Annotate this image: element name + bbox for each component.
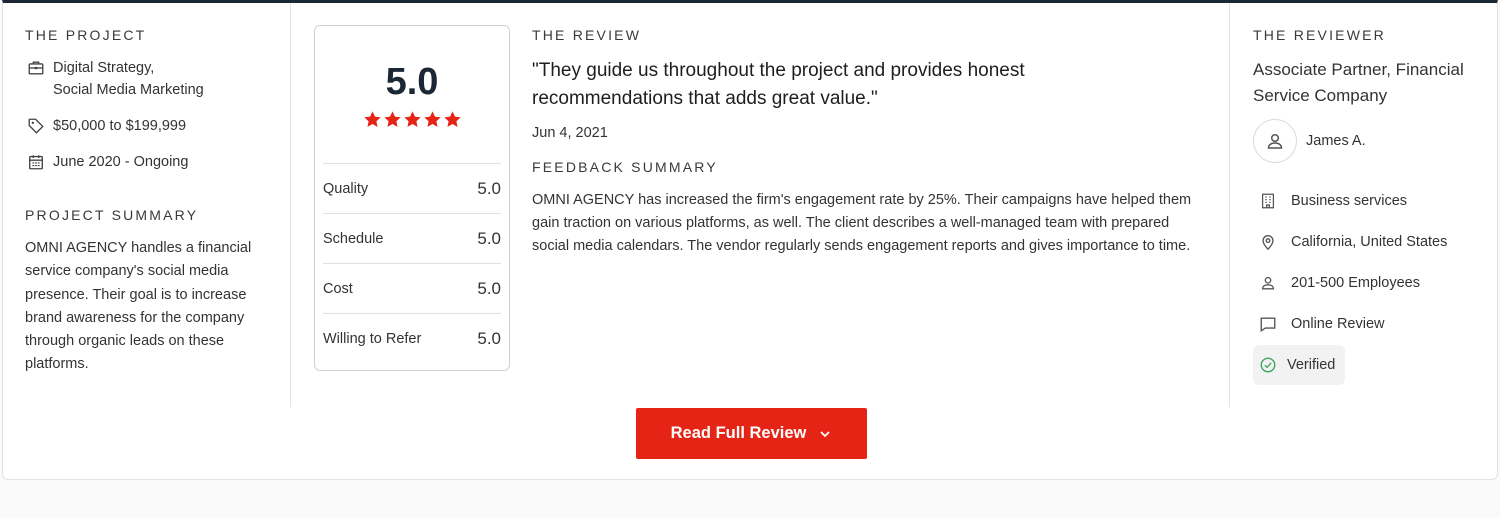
score-label: Schedule xyxy=(323,230,384,247)
score-row-cost: Cost 5.0 xyxy=(323,263,501,313)
person-icon xyxy=(1257,272,1279,294)
score-row-schedule: Schedule 5.0 xyxy=(323,213,501,263)
reviewer-section-title: THE REVIEWER xyxy=(1253,27,1386,43)
reviewer-company-size-text: 201-500 Employees xyxy=(1291,274,1420,291)
calendar-icon xyxy=(25,151,47,173)
score-value: 5.0 xyxy=(477,178,501,198)
project-budget: $50,000 to $199,999 xyxy=(25,115,275,137)
star-icon xyxy=(423,111,441,127)
briefcase-icon xyxy=(25,57,47,79)
review-column: THE REVIEW "They guide us throughout the… xyxy=(532,27,1202,258)
feedback-summary-title: FEEDBACK SUMMARY xyxy=(532,159,718,175)
building-icon xyxy=(1257,190,1279,212)
reviewer-location: California, United States xyxy=(1257,222,1493,263)
score-label: Cost xyxy=(323,280,353,297)
score-value: 5.0 xyxy=(477,278,501,298)
project-services-line2: Social Media Marketing xyxy=(53,82,204,98)
reviewer-review-type-text: Online Review xyxy=(1291,315,1385,332)
column-divider xyxy=(1229,3,1230,407)
project-column: THE PROJECT Digital Strategy, Social Med… xyxy=(25,27,275,377)
score-list: Quality 5.0 Schedule 5.0 Cost 5.0 Willin… xyxy=(323,163,501,363)
project-budget-text: $50,000 to $199,999 xyxy=(53,118,187,134)
review-section-title: THE REVIEW xyxy=(532,27,642,43)
star-icon xyxy=(383,111,401,127)
project-dates-text: June 2020 - Ongoing xyxy=(53,154,189,170)
score-label: Quality xyxy=(323,180,369,197)
check-circle-icon xyxy=(1257,354,1279,376)
project-section-title: THE PROJECT xyxy=(25,27,147,43)
column-divider xyxy=(290,3,291,407)
reviewer-column: THE REVIEWER Associate Partner, Financia… xyxy=(1253,27,1493,385)
reviewer-industry-text: Business services xyxy=(1291,193,1408,210)
chat-bubble-icon xyxy=(1257,313,1279,335)
verified-badge: Verified xyxy=(1253,344,1346,385)
score-label: Willing to Refer xyxy=(323,330,422,347)
star-icon xyxy=(403,111,421,127)
reviewer-industry: Business services xyxy=(1257,181,1493,222)
reviewer-title: Associate Partner, Financial Service Com… xyxy=(1253,60,1464,105)
score-value: 5.0 xyxy=(477,228,501,248)
review-date: Jun 4, 2021 xyxy=(532,125,608,141)
review-card: THE PROJECT Digital Strategy, Social Med… xyxy=(2,0,1498,480)
review-quote: "They guide us throughout the project an… xyxy=(532,60,1025,109)
project-services: Digital Strategy, Social Media Marketing xyxy=(25,57,275,101)
reviewer-review-type: Online Review xyxy=(1257,303,1493,344)
chevron-down-icon xyxy=(820,430,830,437)
rating-box: 5.0 Quality 5.0 Schedule 5.0 Cost 5.0 Wi… xyxy=(314,25,510,371)
project-summary-title: PROJECT SUMMARY xyxy=(25,207,199,223)
tag-icon xyxy=(25,115,47,137)
star-icon xyxy=(443,111,461,127)
project-summary-text: OMNI AGENCY handles a financial service … xyxy=(25,240,252,373)
read-full-review-button[interactable]: Read Full Review xyxy=(636,408,867,459)
reviewer-location-text: California, United States xyxy=(1291,234,1448,251)
reviewer-verified-row: Verified xyxy=(1253,344,1493,385)
location-pin-icon xyxy=(1257,231,1279,253)
feedback-summary-text: OMNI AGENCY has increased the firm's eng… xyxy=(532,192,1192,254)
score-value: 5.0 xyxy=(477,328,501,348)
overall-rating: 5.0 xyxy=(385,61,439,103)
reviewer-person: James A. xyxy=(1253,119,1493,163)
reviewer-company-size: 201-500 Employees xyxy=(1257,263,1493,304)
reviewer-name: James A. xyxy=(1306,133,1366,149)
avatar xyxy=(1253,119,1297,163)
star-icon xyxy=(363,111,381,127)
star-rating xyxy=(315,110,509,129)
verified-text: Verified xyxy=(1287,356,1336,373)
score-row-willing-to-refer: Willing to Refer 5.0 xyxy=(323,313,501,363)
score-row-quality: Quality 5.0 xyxy=(323,163,501,213)
project-services-line1: Digital Strategy, xyxy=(53,60,155,76)
project-dates: June 2020 - Ongoing xyxy=(25,151,275,173)
reviewer-info-list: Business services California, United Sta… xyxy=(1253,181,1493,385)
read-full-review-label: Read Full Review xyxy=(670,424,807,442)
user-icon xyxy=(1267,133,1283,149)
